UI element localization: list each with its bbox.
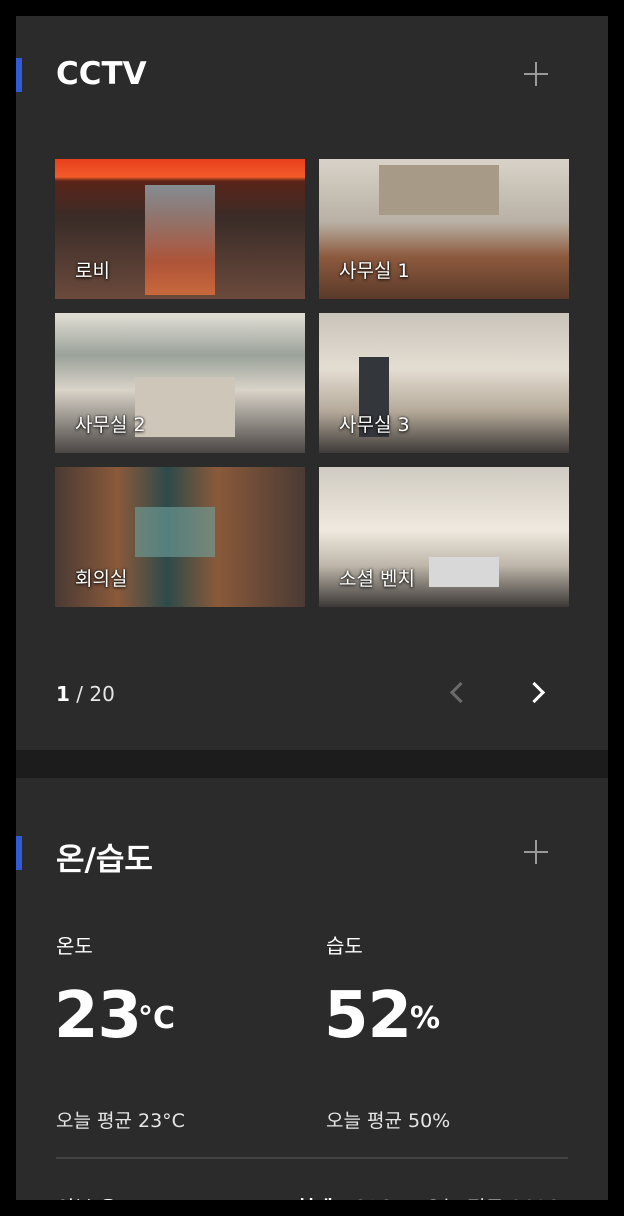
page-indicator: 1 / 20 xyxy=(56,682,115,706)
camera-tile-office-2[interactable]: 사무실 2 xyxy=(55,313,305,453)
humidity-average: 오늘 평균 50% xyxy=(326,1110,451,1132)
chevron-left-icon xyxy=(449,681,472,704)
camera-tile-meeting-room[interactable]: 회의실 xyxy=(55,467,305,607)
cctv-accent-bar xyxy=(16,58,22,92)
chevron-right-icon xyxy=(523,681,546,704)
camera-tile-office-3[interactable]: 사무실 3 xyxy=(319,313,569,453)
climate-accent-bar xyxy=(16,836,22,870)
cctv-card: CCTV 로비 사무실 1 사무실 2 사무실 3 회의실 소셜 벤치 1 / … xyxy=(16,16,608,750)
page-separator: / xyxy=(69,682,90,706)
camera-label: 사무실 3 xyxy=(339,414,410,436)
camera-tile-lobby[interactable]: 로비 xyxy=(55,159,305,299)
prev-page-button[interactable] xyxy=(442,679,472,707)
temperature-label: 온도 xyxy=(56,934,93,958)
next-page-button[interactable] xyxy=(522,679,550,707)
total-pages: 20 xyxy=(89,682,115,706)
climate-title: 온/습도 xyxy=(56,842,153,878)
temperature-unit: °C xyxy=(138,1001,176,1036)
climate-add-button[interactable] xyxy=(521,837,551,867)
camera-label: 사무실 1 xyxy=(339,260,410,282)
camera-tile-social-bench[interactable]: 소셜 벤치 xyxy=(319,467,569,607)
current-page: 1 xyxy=(56,682,70,706)
temperature-value: 23 xyxy=(54,979,142,1053)
camera-label: 로비 xyxy=(75,260,110,282)
cctv-add-button[interactable] xyxy=(521,59,551,89)
camera-label: 소셜 벤치 xyxy=(339,568,415,590)
humidity-value: 52 xyxy=(324,979,412,1053)
outdoor-temperature-average: 오늘 평균 20°C xyxy=(424,1192,560,1200)
camera-grid: 로비 사무실 1 사무실 2 사무실 3 회의실 소셜 벤치 xyxy=(55,159,569,607)
humidity-unit: % xyxy=(410,1001,441,1036)
outdoor-temperature-now: 현재 18°C xyxy=(296,1192,392,1200)
temperature-average: 오늘 평균 23°C xyxy=(56,1110,185,1132)
section-divider xyxy=(56,1157,568,1159)
humidity-label: 습도 xyxy=(326,934,363,958)
camera-label: 회의실 xyxy=(75,568,128,590)
camera-tile-office-1[interactable]: 사무실 1 xyxy=(319,159,569,299)
dashboard-frame: CCTV 로비 사무실 1 사무실 2 사무실 3 회의실 소셜 벤치 1 / … xyxy=(16,16,608,1200)
outdoor-temperature-label: 외부 온도 xyxy=(56,1192,136,1200)
camera-label: 사무실 2 xyxy=(75,414,146,436)
cctv-title: CCTV xyxy=(56,56,147,92)
